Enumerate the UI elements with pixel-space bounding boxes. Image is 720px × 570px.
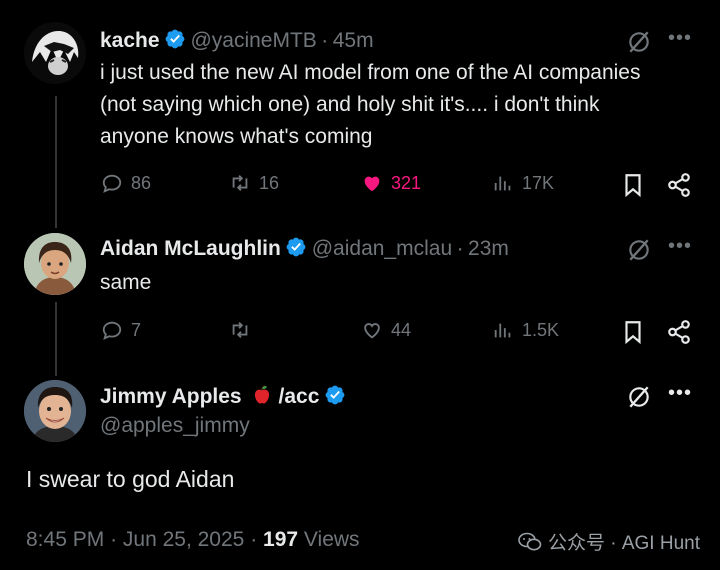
avatar[interactable]: [24, 233, 86, 295]
author-handle[interactable]: @apples_jimmy: [100, 414, 250, 438]
like-count: 321: [391, 172, 422, 193]
views-count: 17K: [522, 172, 555, 193]
bookmark-icon[interactable]: [620, 172, 646, 198]
separator-dot: ·: [321, 29, 329, 52]
avatar[interactable]: [24, 380, 86, 442]
like-button[interactable]: 321: [361, 172, 421, 194]
tweet-header: Jimmy Apples /acc: [100, 383, 346, 409]
reply-icon: [102, 174, 122, 193]
separator-dot: ·: [110, 528, 118, 551]
repost-button[interactable]: 16: [229, 172, 279, 194]
watermark: 公众号 · AGI Hunt: [518, 528, 700, 555]
views-icon: [494, 323, 511, 338]
heart-filled-icon: [364, 176, 380, 192]
heart-icon: [364, 323, 380, 339]
author-name[interactable]: Aidan McLaughlin: [100, 237, 281, 260]
thread-line: [55, 302, 57, 376]
repost-icon: [232, 322, 248, 338]
bookmark-icon[interactable]: [620, 319, 646, 345]
views-icon: [494, 176, 511, 191]
repost-button[interactable]: [229, 319, 251, 341]
views-button[interactable]: 1.5K: [492, 319, 559, 341]
wechat-icon: [518, 532, 542, 550]
repost-count: 16: [259, 172, 280, 193]
tweet-text: i just used the new AI model from one of…: [100, 61, 641, 148]
repost-icon: [232, 175, 248, 191]
reply-icon: [102, 321, 122, 340]
thread-line: [55, 96, 57, 228]
like-count: 44: [391, 319, 412, 340]
tweet-text: same: [100, 271, 152, 294]
author-name[interactable]: Jimmy Apples: [100, 385, 242, 408]
apple-icon: [254, 385, 270, 404]
views-label: Views: [303, 528, 360, 551]
tweet-text: I swear to god Aidan: [26, 466, 235, 492]
tweet-header: Aidan McLaughlin @aidan_mclau · 23m: [100, 236, 509, 261]
grok-icon[interactable]: [626, 29, 652, 55]
share-icon[interactable]: [666, 319, 692, 345]
separator-dot: ·: [250, 528, 258, 551]
verified-badge-icon: [165, 29, 185, 49]
post-time[interactable]: 8:45 PM: [26, 528, 104, 551]
timestamp[interactable]: 45m: [333, 29, 374, 52]
reply-button[interactable]: 86: [101, 172, 151, 194]
reply-button[interactable]: 7: [101, 319, 141, 341]
tweet-header: kache @yacineMTB · 45m: [100, 28, 374, 53]
views-button[interactable]: 17K: [492, 172, 554, 194]
avatar[interactable]: [24, 22, 86, 84]
more-options-icon[interactable]: •••: [668, 28, 692, 48]
like-button[interactable]: 44: [361, 319, 411, 341]
more-options-icon[interactable]: •••: [668, 236, 692, 256]
author-name-suffix: /acc: [278, 385, 320, 408]
verified-badge-icon: [325, 385, 345, 405]
reply-count: 7: [131, 319, 142, 340]
author-handle[interactable]: @aidan_mclau: [312, 237, 452, 260]
more-options-icon[interactable]: •••: [668, 383, 692, 403]
author-handle[interactable]: @yacineMTB: [190, 29, 316, 52]
author-name[interactable]: kache: [100, 29, 160, 52]
timestamp[interactable]: 23m: [468, 237, 509, 260]
grok-icon[interactable]: [626, 237, 652, 263]
tweet-meta: 8:45 PM · Jun 25, 2025 · 197 Views: [26, 528, 360, 552]
views-count: 197: [263, 528, 299, 551]
grok-icon[interactable]: [626, 384, 652, 410]
verified-badge-icon: [286, 237, 306, 257]
views-count: 1.5K: [522, 319, 560, 340]
share-icon[interactable]: [666, 172, 692, 198]
separator-dot: ·: [456, 237, 464, 260]
post-date[interactable]: Jun 25, 2025: [123, 528, 244, 551]
watermark-text: 公众号 · AGI Hunt: [547, 533, 700, 554]
reply-count: 86: [131, 172, 152, 193]
